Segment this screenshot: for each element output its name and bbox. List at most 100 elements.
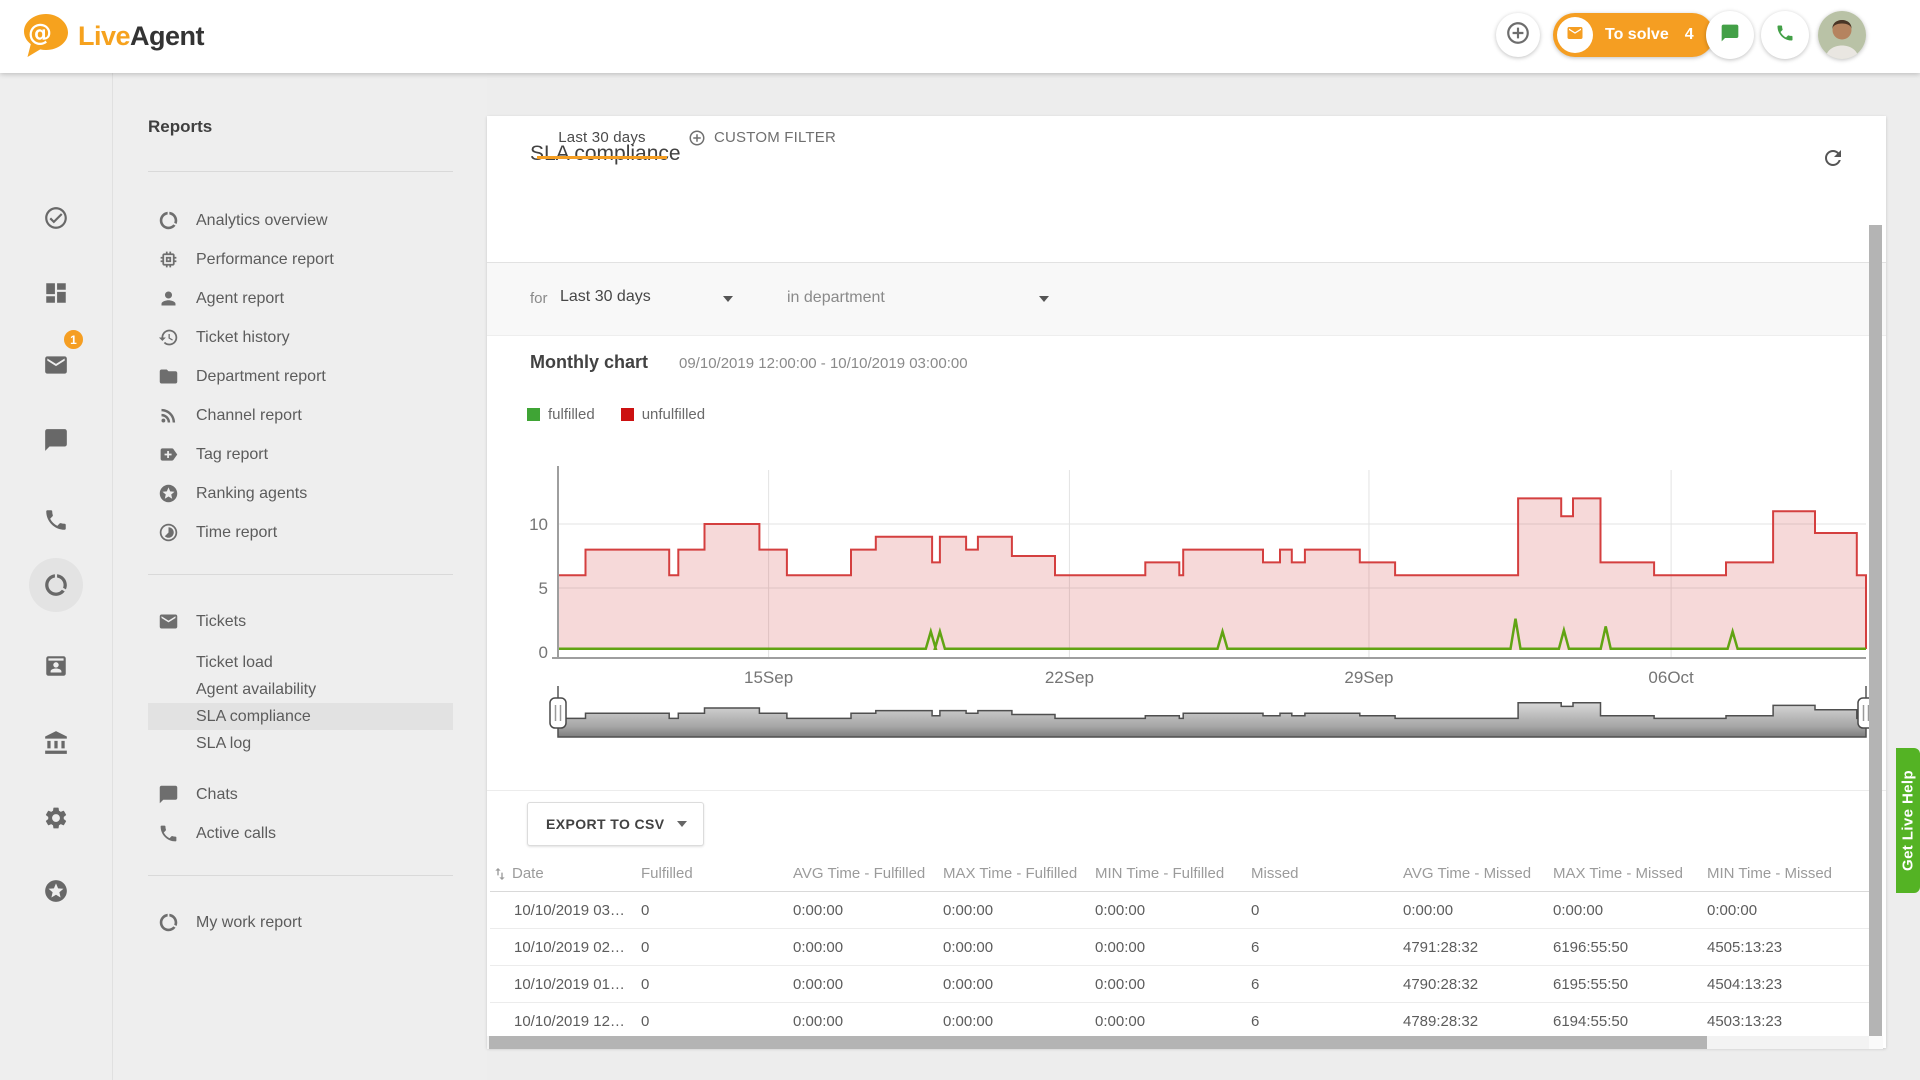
add-button[interactable]	[1496, 13, 1540, 57]
sidebar-item-label: Performance report	[196, 251, 334, 269]
chevron-down-icon[interactable]	[1039, 296, 1049, 302]
table-header-cell[interactable]: Fulfilled	[641, 865, 793, 882]
sidebar-item-agent-report[interactable]: Agent report	[148, 279, 453, 318]
table-cell: 6	[1251, 976, 1403, 993]
table-header-cell[interactable]: Date	[490, 865, 641, 882]
for-label: for	[530, 290, 548, 307]
table-row[interactable]: 10/10/2019 01…00:00:000:00:000:00:006479…	[490, 966, 1869, 1003]
tag-icon	[158, 443, 182, 467]
top-bar: @ LiveAgent To solve 4	[0, 0, 1920, 73]
sidebar-item-agent-availability[interactable]: Agent availability	[148, 676, 453, 703]
horizontal-scrollbar[interactable]	[487, 1036, 1883, 1049]
table-row[interactable]: 10/10/2019 02…00:00:000:00:000:00:006479…	[490, 929, 1869, 966]
table-cell: 0:00:00	[943, 902, 1095, 919]
table-header-cell[interactable]: MAX Time - Fulfilled	[943, 865, 1095, 882]
table-header-cell[interactable]: MIN Time - Missed	[1707, 865, 1869, 882]
table-header-row: DateFulfilledAVG Time - FulfilledMAX Tim…	[490, 856, 1869, 892]
table-cell: 4789:28:32	[1403, 1013, 1553, 1030]
sidebar-item-my-work-report[interactable]: My work report	[148, 903, 453, 942]
sla-chart[interactable]: 051015Sep22Sep29Sep06Oct	[507, 446, 1873, 746]
rail-item-gear[interactable]	[43, 805, 69, 831]
mail-icon	[1566, 24, 1584, 47]
table-header-cell[interactable]: Missed	[1251, 865, 1403, 882]
sidebar-item-ticket-history[interactable]: Ticket history	[148, 318, 453, 357]
user-avatar[interactable]	[1818, 11, 1866, 59]
memory-icon	[158, 248, 182, 272]
table-header-cell[interactable]: MIN Time - Fulfilled	[1095, 865, 1251, 882]
table-header-cell[interactable]: AVG Time - Missed	[1403, 865, 1553, 882]
envelope-badge	[1557, 17, 1593, 53]
to-solve-button[interactable]: To solve 4	[1553, 13, 1714, 57]
tab-last-30-days[interactable]: Last 30 days	[537, 116, 667, 159]
sidebar-item-sla-log[interactable]: SLA log	[148, 730, 453, 757]
table-cell: 0:00:00	[1095, 902, 1251, 919]
liveagent-app: @ LiveAgent To solve 4 1	[0, 0, 1920, 1080]
get-live-help-button[interactable]: Get Live Help	[1896, 748, 1920, 893]
vertical-scrollbar-thumb[interactable]	[1869, 225, 1882, 1048]
mail-icon	[158, 610, 182, 634]
rail-item-donut[interactable]	[43, 572, 69, 598]
chart-date-range: 09/10/2019 12:00:00 - 10/10/2019 03:00:0…	[679, 355, 968, 372]
refresh-button[interactable]	[1821, 146, 1849, 174]
person-icon	[158, 287, 182, 311]
table-header-cell[interactable]: AVG Time - Fulfilled	[793, 865, 943, 882]
calls-status-button[interactable]	[1761, 11, 1809, 59]
rail-item-star-circle[interactable]	[43, 878, 69, 904]
rail-item-phone[interactable]	[43, 507, 69, 533]
date-range-select[interactable]: Last 30 days	[560, 288, 651, 306]
sidebar-item-ticket-load[interactable]: Ticket load	[148, 649, 453, 676]
rail-item-bank[interactable]	[43, 730, 69, 756]
sidebar-item-channel-report[interactable]: Channel report	[148, 396, 453, 435]
plus-circle-icon	[688, 129, 706, 147]
export-to-csv-button[interactable]: EXPORT TO CSV	[527, 802, 704, 846]
sidebar-item-label: Agent availability	[196, 681, 316, 699]
sidebar-item-time-report[interactable]: Time report	[148, 513, 453, 552]
table-header-cell[interactable]: MAX Time - Missed	[1553, 865, 1707, 882]
brand-agent: Agent	[130, 21, 204, 51]
rail-item-mail[interactable]	[43, 352, 69, 378]
filter-bar: for Last 30 days in department	[487, 263, 1886, 336]
sidebar-item-label: SLA compliance	[196, 708, 311, 726]
table-cell: 0:00:00	[1707, 902, 1869, 919]
table-cell: 0	[641, 939, 793, 956]
sidebar-item-performance-report[interactable]: Performance report	[148, 240, 453, 279]
chats-status-button[interactable]	[1706, 11, 1754, 59]
chart-minimap-scroller[interactable]	[550, 686, 1873, 737]
sidebar-item-chats[interactable]: Chats	[148, 775, 453, 814]
minimap-handle-left[interactable]	[550, 686, 566, 728]
folder-icon	[158, 365, 182, 389]
divider	[148, 574, 453, 575]
vertical-scrollbar[interactable]	[1869, 225, 1882, 1048]
horizontal-scrollbar-thumb[interactable]	[489, 1036, 1707, 1049]
chevron-down-icon[interactable]	[723, 296, 733, 302]
rail-item-chat[interactable]	[43, 427, 69, 453]
rail-item-contact-card[interactable]	[43, 653, 69, 679]
legend-swatch	[621, 408, 634, 421]
sidebar-item-label: My work report	[196, 914, 302, 932]
table-row[interactable]: 10/10/2019 12…00:00:000:00:000:00:006478…	[490, 1003, 1869, 1040]
export-label: EXPORT TO CSV	[546, 816, 665, 832]
table-cell: 10/10/2019 12…	[490, 1013, 641, 1030]
check-circle-icon	[43, 205, 69, 231]
department-select[interactable]: in department	[787, 289, 885, 307]
svg-text:0: 0	[539, 643, 548, 662]
chevron-down-icon	[677, 821, 687, 827]
rail-item-check-circle[interactable]	[43, 205, 69, 231]
chart-title: Monthly chart	[530, 352, 648, 373]
table-cell: 10/10/2019 01…	[490, 976, 641, 993]
table-row[interactable]: 10/10/2019 03…00:00:000:00:000:00:0000:0…	[490, 892, 1869, 929]
tab-custom-filter[interactable]: CUSTOM FILTER	[682, 116, 842, 159]
sidebar-item-analytics-overview[interactable]: Analytics overview	[148, 201, 453, 240]
svg-text:22Sep: 22Sep	[1045, 668, 1094, 687]
sidebar-item-active-calls[interactable]: Active calls	[148, 814, 453, 853]
sidebar-item-department-report[interactable]: Department report	[148, 357, 453, 396]
table-cell: 4790:28:32	[1403, 976, 1553, 993]
sidebar-item-tag-report[interactable]: Tag report	[148, 435, 453, 474]
legend-label: fulfilled	[548, 406, 595, 423]
sidebar-item-tickets[interactable]: Tickets	[148, 602, 453, 641]
sidebar-item-ranking-agents[interactable]: Ranking agents	[148, 474, 453, 513]
sort-icon[interactable]	[492, 866, 508, 882]
rail-item-dashboard[interactable]	[43, 280, 69, 306]
chart-legend: fulfilledunfulfilled	[527, 406, 731, 423]
sidebar-item-sla-compliance[interactable]: SLA compliance	[148, 703, 453, 730]
